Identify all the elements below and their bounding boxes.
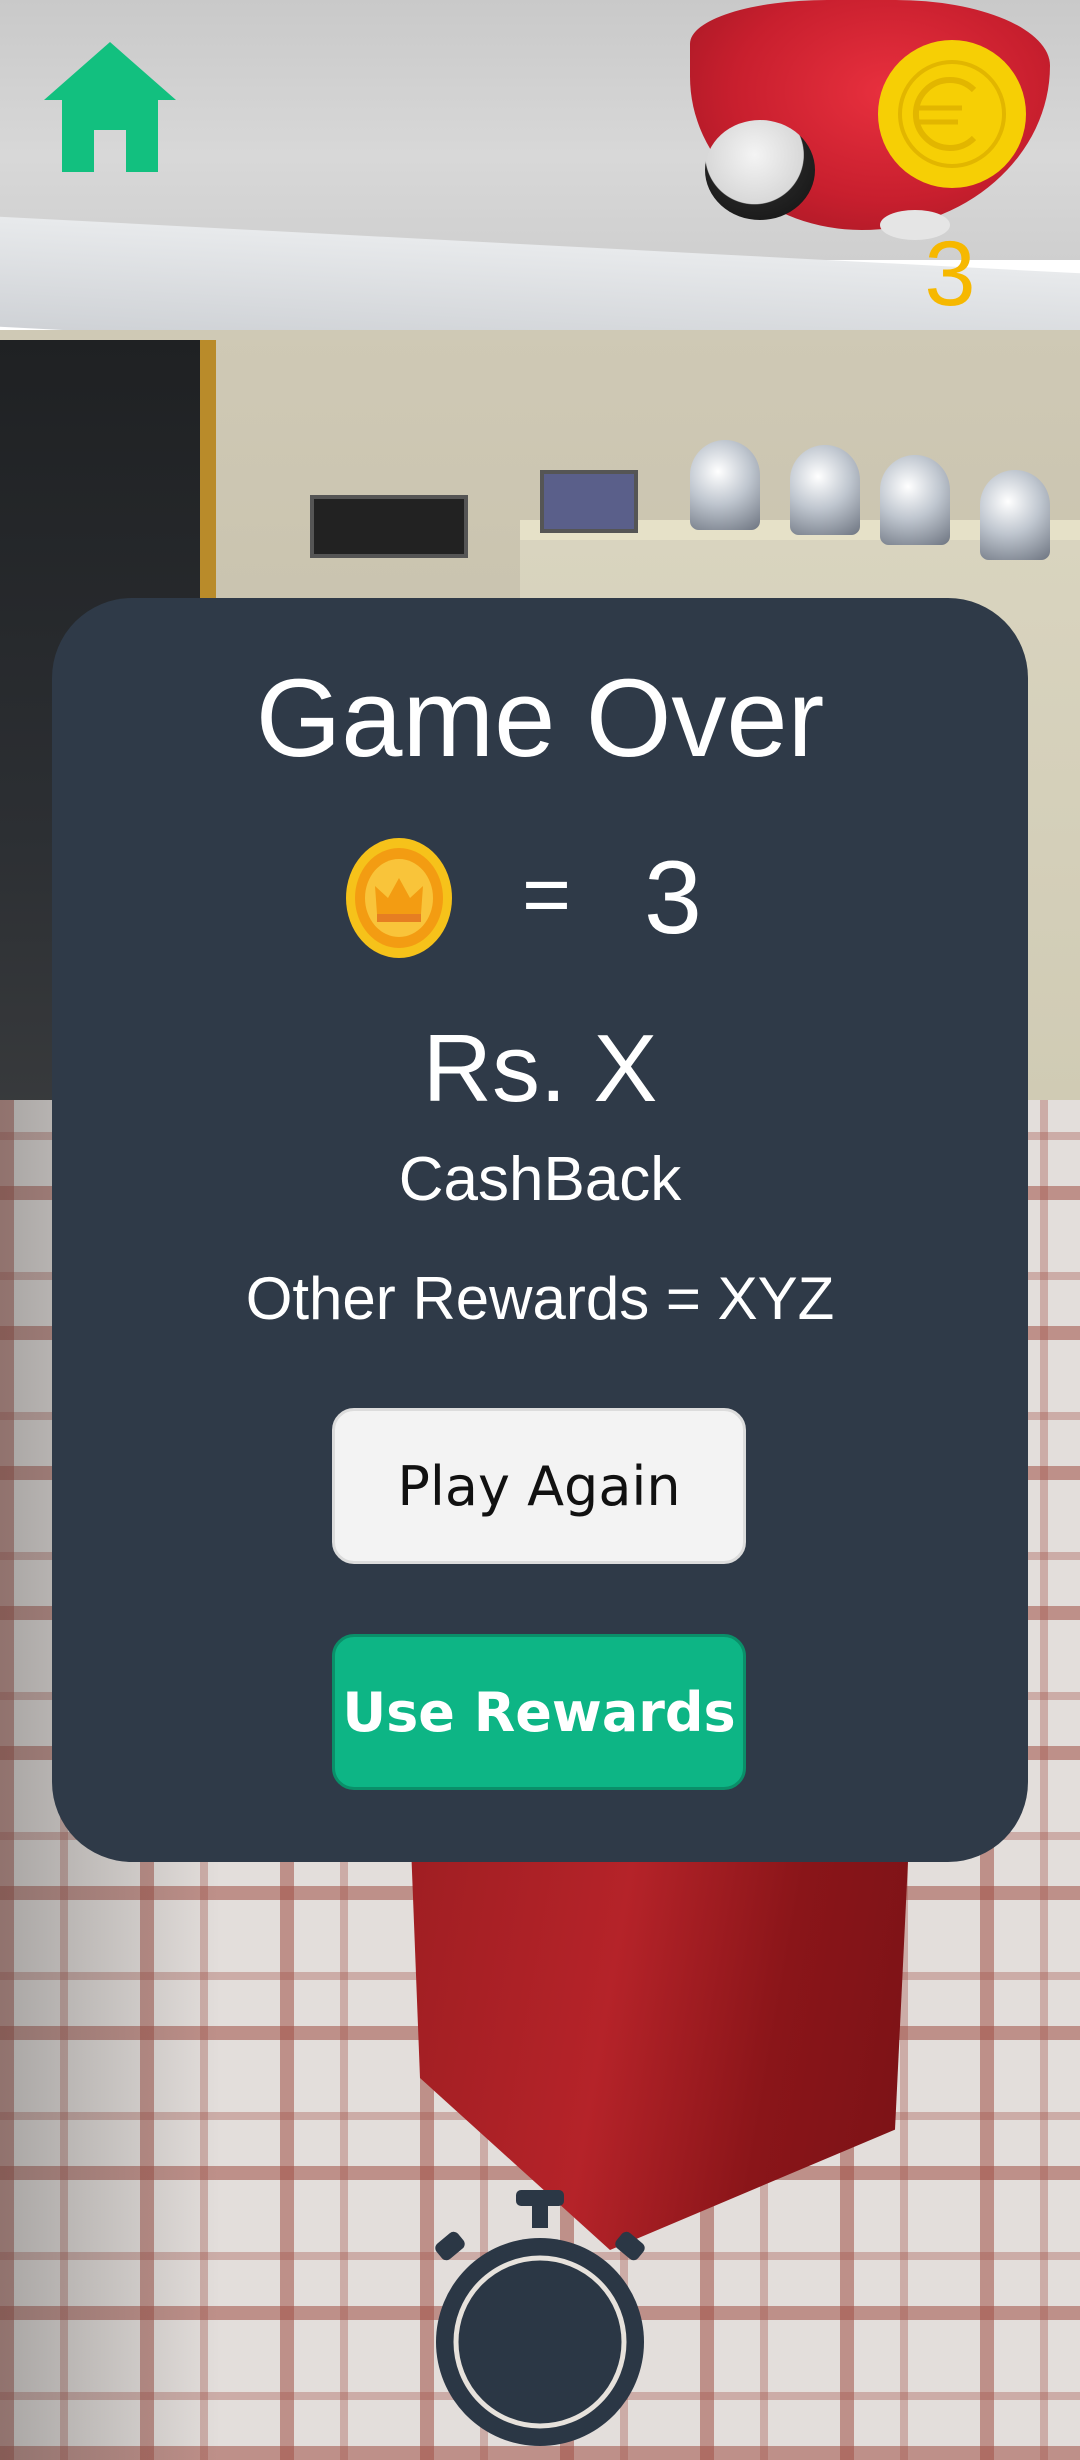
euro-coin-icon (878, 40, 1026, 188)
coin-count: 3 (924, 223, 976, 325)
use-rewards-button[interactable]: Use Rewards (332, 1634, 746, 1790)
balloon-eye (705, 120, 815, 220)
reward-amount: Rs. X (422, 1015, 658, 1122)
score-value: 3 (644, 840, 702, 956)
trophy (690, 440, 760, 530)
trophy (880, 455, 950, 545)
cashback-label: CashBack (398, 1145, 682, 1214)
game-over-dialog: Game Over = 3 Rs. X CashBack Other Rewar… (52, 598, 1028, 1862)
home-button[interactable] (40, 38, 180, 178)
home-icon (44, 42, 176, 172)
other-rewards-text: Other Rewards = XYZ (245, 1265, 835, 1332)
wall-frame (310, 495, 468, 558)
play-again-button[interactable]: Play Again (332, 1408, 746, 1564)
trophy (790, 445, 860, 535)
score-equals: = (522, 847, 572, 941)
coin-counter-icon (876, 38, 1028, 190)
crown-coin-icon (344, 836, 454, 960)
stopwatch-icon (430, 2190, 650, 2452)
dialog-title: Game Over (255, 657, 825, 780)
wall-frame (540, 470, 638, 533)
score-row: = 3 (52, 836, 1028, 966)
trophy (980, 470, 1050, 560)
